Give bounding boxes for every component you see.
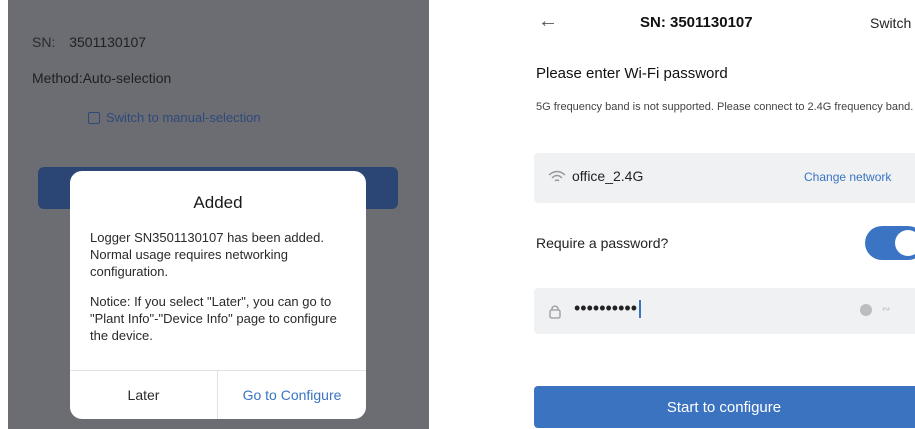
switch-manual-link[interactable]: Switch to manual-selection <box>88 110 261 125</box>
password-field[interactable]: •••••••••• ∾ <box>534 288 915 334</box>
right-screen: ← SN: 3501130107 Switch Please enter Wi-… <box>520 0 915 429</box>
header-switch-button[interactable]: Switch <box>870 15 911 31</box>
require-password-toggle[interactable] <box>865 226 915 260</box>
dialog-message: Logger SN3501130107 has been added. Norm… <box>90 230 324 279</box>
start-configure-button[interactable]: Start to configure <box>534 386 915 428</box>
left-screen: SN: 3501130107 Method:Auto-selection Swi… <box>8 0 429 429</box>
dialog-notice: Notice: If you select "Later", you can g… <box>90 294 337 343</box>
wifi-icon <box>548 170 566 189</box>
text-cursor <box>639 300 641 319</box>
password-mask: •••••••••• <box>574 298 638 318</box>
sn-label: SN: <box>32 34 56 50</box>
eye-closed-icon[interactable]: ∾ <box>882 304 890 315</box>
change-network-link[interactable]: Change network <box>804 170 891 184</box>
dialog-title: Added <box>193 193 243 212</box>
band-note: 5G frequency band is not supported. Plea… <box>536 101 914 113</box>
back-arrow-icon[interactable]: ← <box>538 10 558 33</box>
later-button[interactable]: Later <box>70 370 217 419</box>
header-title: SN: 3501130107 <box>640 14 753 31</box>
switch-manual-label: Switch to manual-selection <box>106 110 261 125</box>
switch-manual-icon <box>88 111 100 124</box>
sn-row: SN: 3501130107 <box>32 34 146 50</box>
page-heading: Please enter Wi-Fi password <box>536 65 728 82</box>
clear-icon[interactable] <box>860 304 872 316</box>
lock-icon <box>548 303 562 324</box>
toggle-knob <box>895 230 915 256</box>
added-dialog: Added Logger SN3501130107 has been added… <box>70 171 366 419</box>
network-row: office_2.4G Change network <box>534 153 915 203</box>
require-password-label: Require a password? <box>536 235 669 251</box>
go-to-configure-button[interactable]: Go to Configure <box>218 370 366 419</box>
sn-value: 3501130107 <box>69 34 147 50</box>
method-text: Method:Auto-selection <box>32 70 172 86</box>
password-input[interactable]: •••••••••• <box>574 298 641 319</box>
network-name: office_2.4G <box>572 168 644 184</box>
